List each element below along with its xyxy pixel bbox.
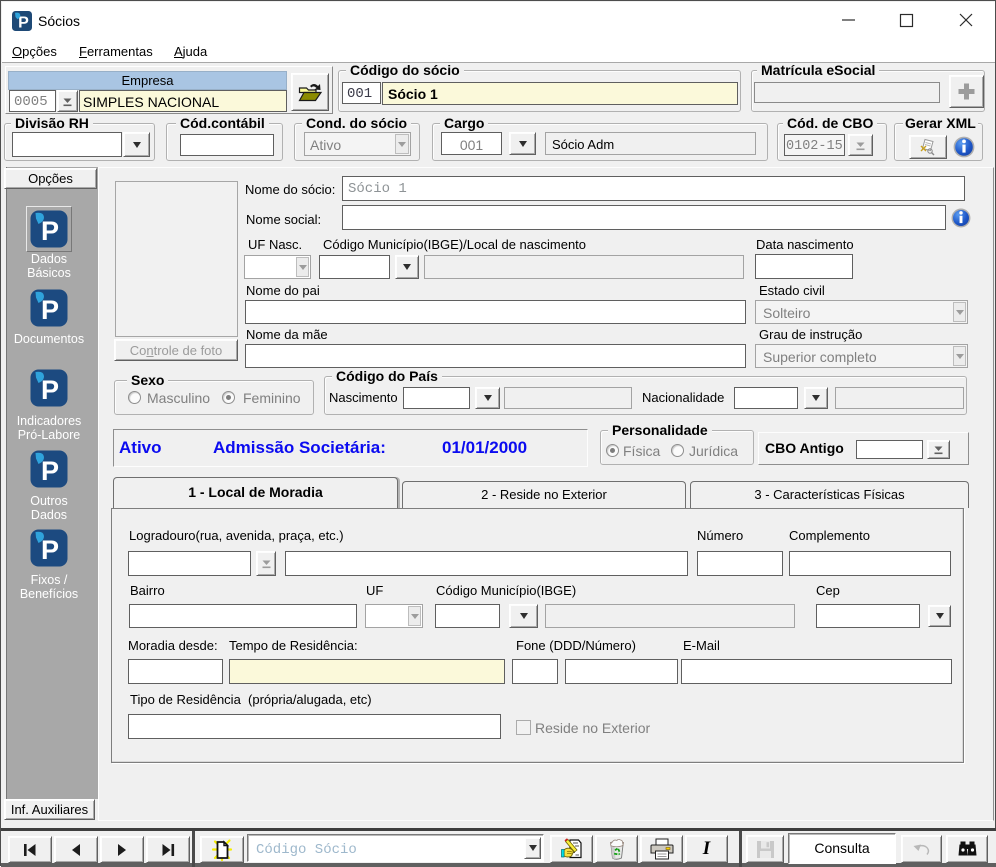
svg-text:P: P — [41, 535, 59, 565]
svg-text:P: P — [41, 216, 59, 246]
svg-text:P: P — [41, 456, 59, 486]
svg-text:P: P — [41, 295, 59, 325]
svg-text:P: P — [41, 375, 59, 405]
